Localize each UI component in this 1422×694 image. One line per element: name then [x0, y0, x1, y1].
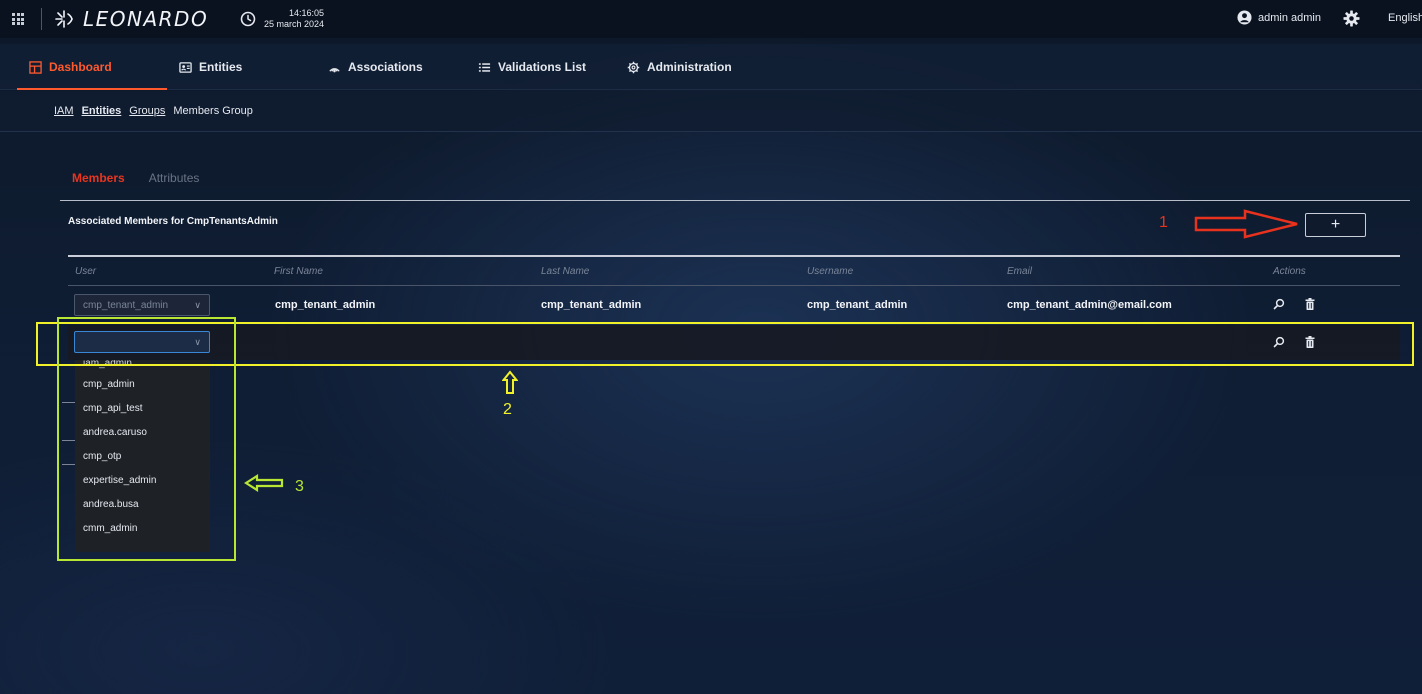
add-member-button[interactable]: + [1305, 213, 1366, 237]
language-selector[interactable]: English [1388, 12, 1422, 24]
brand-name: LEONARDO [83, 7, 209, 31]
crumb-groups[interactable]: Groups [129, 105, 165, 117]
column-header-email: Email [1007, 266, 1033, 277]
nav-entities[interactable]: Entities [179, 44, 242, 90]
annotation-highlight-dropdown [57, 317, 236, 561]
sub-nav: IAM Entities Groups Members Group [0, 91, 1422, 132]
dashboard-icon [29, 60, 42, 74]
crumb-members-group: Members Group [173, 105, 253, 117]
brand-logo[interactable]: LEONARDO [53, 5, 208, 33]
column-header-first-name: First Name [274, 266, 323, 277]
annotation-highlight-row [36, 322, 1414, 366]
nav-associations-label: Associations [348, 60, 423, 74]
search-icon[interactable] [1273, 298, 1285, 310]
divider [68, 255, 1400, 257]
nav-entities-label: Entities [199, 60, 243, 74]
nav-validations-list[interactable]: Validations List [478, 44, 586, 90]
apps-grid-icon[interactable] [12, 13, 24, 25]
annotation-label-3: 3 [295, 478, 304, 495]
user-menu[interactable]: admin admin [1237, 10, 1321, 25]
column-header-user: User [75, 266, 97, 277]
entities-icon [179, 61, 192, 73]
annotation-label-2: 2 [503, 401, 512, 418]
divider [60, 200, 1410, 201]
divider [41, 8, 42, 30]
gear-icon[interactable] [1343, 10, 1360, 32]
row-divider [68, 285, 1400, 286]
nav-dashboard-label: Dashboard [49, 60, 112, 74]
user-select[interactable]: cmp_tenant_admin ∨ [74, 294, 210, 316]
settings-icon [627, 61, 640, 73]
column-header-last-name: Last Name [541, 266, 590, 277]
crumb-iam[interactable]: IAM [54, 105, 74, 117]
annotation-label-1: 1 [1159, 214, 1168, 231]
crumb-entities[interactable]: Entities [82, 105, 122, 117]
leonardo-logo-icon [55, 10, 73, 28]
chevron-down-icon: ∨ [194, 299, 201, 310]
column-header-actions: Actions [1273, 266, 1306, 277]
nav-administration-label: Administration [647, 60, 732, 74]
user-name: admin admin [1258, 11, 1321, 24]
top-bar: LEONARDO 14:16:05 25 march 2024 admin ad… [0, 0, 1422, 38]
nav-dashboard[interactable]: Dashboard [17, 44, 167, 90]
breadcrumb: IAM Entities Groups Members Group [54, 105, 253, 117]
tab-members[interactable]: Members [72, 171, 125, 185]
cell-email: cmp_tenant_admin@email.com [1007, 299, 1172, 311]
cell-last-name: cmp_tenant_admin [541, 299, 642, 311]
clock-icon [240, 11, 256, 27]
cell-username: cmp_tenant_admin [807, 299, 908, 311]
content-tabs: Members Attributes [72, 171, 199, 185]
associations-icon [329, 67, 340, 72]
tab-attributes[interactable]: Attributes [149, 171, 200, 185]
cell-first-name: cmp_tenant_admin [275, 299, 376, 311]
annotation-arrow-up-icon [502, 370, 518, 394]
main-nav: Dashboard Entities Associations Validati… [0, 44, 1422, 90]
section-title: Associated Members for CmpTenantsAdmin [68, 216, 278, 227]
nav-administration[interactable]: Administration [627, 44, 732, 90]
clock: 14:16:05 25 march 2024 [240, 8, 324, 30]
trash-icon[interactable] [1305, 298, 1315, 310]
nav-associations[interactable]: Associations [328, 44, 423, 90]
annotation-arrow-right-icon [1194, 209, 1298, 239]
user-icon [1237, 10, 1252, 25]
clock-date: 25 march 2024 [264, 19, 325, 29]
nav-validations-label: Validations List [498, 60, 587, 74]
list-icon [478, 62, 491, 72]
user-select-value: cmp_tenant_admin [83, 299, 169, 311]
annotation-arrow-left-icon [244, 474, 284, 492]
clock-time: 14:16:05 [289, 8, 325, 18]
column-header-username: Username [807, 266, 854, 277]
